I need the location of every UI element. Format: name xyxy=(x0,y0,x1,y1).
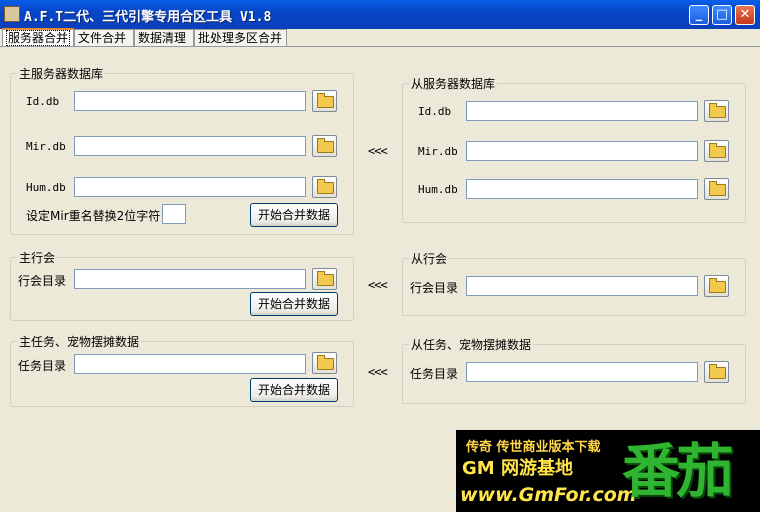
slave-guild-title: 从行会 xyxy=(409,250,450,267)
folder-icon xyxy=(709,364,726,379)
close-icon: ✕ xyxy=(739,7,751,22)
slave-guild-input[interactable] xyxy=(466,276,698,296)
master-hum-label: Hum.db xyxy=(26,181,66,194)
banner-logo: 番茄 xyxy=(622,437,734,505)
folder-icon xyxy=(317,138,334,153)
master-hum-input[interactable] xyxy=(74,177,306,197)
app-icon[interactable] xyxy=(4,6,20,22)
folder-icon xyxy=(709,143,726,158)
slave-hum-input[interactable] xyxy=(466,179,698,199)
slave-mir-label: Mir.db xyxy=(418,145,458,158)
banner-line1: 传奇 传世商业版本下载 xyxy=(466,440,601,455)
master-id-input[interactable] xyxy=(74,91,306,111)
master-task-dir-label: 任务目录 xyxy=(18,359,67,373)
slave-task-title: 从任务、宠物摆摊数据 xyxy=(409,336,534,353)
master-db-start-button[interactable]: 开始合并数据 xyxy=(250,203,338,227)
window-title: A.F.T二代、三代引擎专用合区工具 V1.8 xyxy=(24,10,272,25)
master-task-input[interactable] xyxy=(74,354,306,374)
master-task-browse-button[interactable] xyxy=(312,352,337,374)
master-guild-input[interactable] xyxy=(74,269,306,289)
tab-batch-merge[interactable]: 批处理多区合并 xyxy=(194,29,287,46)
slave-db-title: 从服务器数据库 xyxy=(409,75,498,92)
master-guild-browse-button[interactable] xyxy=(312,268,337,290)
slave-task-browse-button[interactable] xyxy=(704,361,729,383)
master-guild-title: 主行会 xyxy=(17,249,58,266)
ad-banner[interactable]: 传奇 传世商业版本下载 GM 网游基地 www.GmFor.com 番茄 xyxy=(456,430,760,512)
slave-id-browse-button[interactable] xyxy=(704,100,729,122)
master-db-title: 主服务器数据库 xyxy=(17,65,106,82)
folder-icon xyxy=(709,181,726,196)
folder-icon xyxy=(709,278,726,293)
rename-chars-label: 设定Mir重名替换2位字符 xyxy=(26,209,161,223)
slave-id-label: Id.db xyxy=(418,105,452,118)
title-bar[interactable]: A.F.T二代、三代引擎专用合区工具 V1.8 _ □ ✕ xyxy=(0,0,760,29)
minimize-button[interactable]: _ xyxy=(689,5,709,25)
tab-data-cleanup[interactable]: 数据清理 xyxy=(134,29,194,46)
master-task-start-button[interactable]: 开始合并数据 xyxy=(250,378,338,402)
folder-icon xyxy=(317,179,334,194)
folder-icon xyxy=(317,355,334,370)
master-id-label: Id.db xyxy=(26,95,60,108)
slave-guild-dir-label: 行会目录 xyxy=(410,281,459,295)
slave-task-input[interactable] xyxy=(466,362,698,382)
banner-line2: GM 网游基地 xyxy=(462,458,573,479)
master-guild-start-button[interactable]: 开始合并数据 xyxy=(250,292,338,316)
rename-chars-input[interactable] xyxy=(162,204,186,224)
master-task-title: 主任务、宠物摆摊数据 xyxy=(17,333,142,350)
folder-icon xyxy=(317,271,334,286)
folder-icon xyxy=(317,93,334,108)
master-guild-dir-label: 行会目录 xyxy=(18,274,67,288)
master-mir-label: Mir.db xyxy=(26,140,66,153)
slave-guild-browse-button[interactable] xyxy=(704,275,729,297)
close-button[interactable]: ✕ xyxy=(735,5,755,25)
slave-task-dir-label: 任务目录 xyxy=(410,367,459,381)
tab-server-merge[interactable]: 服务器合并 xyxy=(2,28,74,47)
merge-arrow-task: <<< xyxy=(368,365,388,379)
slave-hum-browse-button[interactable] xyxy=(704,178,729,200)
slave-mir-input[interactable] xyxy=(466,141,698,161)
slave-id-input[interactable] xyxy=(466,101,698,121)
tab-file-merge[interactable]: 文件合并 xyxy=(74,29,134,46)
maximize-icon: □ xyxy=(715,7,729,22)
master-mir-browse-button[interactable] xyxy=(312,135,337,157)
banner-url: www.GmFor.com xyxy=(460,484,637,506)
master-id-browse-button[interactable] xyxy=(312,90,337,112)
maximize-button[interactable]: □ xyxy=(712,5,732,25)
master-mir-input[interactable] xyxy=(74,136,306,156)
slave-mir-browse-button[interactable] xyxy=(704,140,729,162)
merge-arrow-db: <<< xyxy=(368,144,388,158)
folder-icon xyxy=(709,103,726,118)
slave-hum-label: Hum.db xyxy=(418,183,458,196)
merge-arrow-guild: <<< xyxy=(368,278,388,292)
master-hum-browse-button[interactable] xyxy=(312,176,337,198)
minimize-icon: _ xyxy=(695,7,703,22)
